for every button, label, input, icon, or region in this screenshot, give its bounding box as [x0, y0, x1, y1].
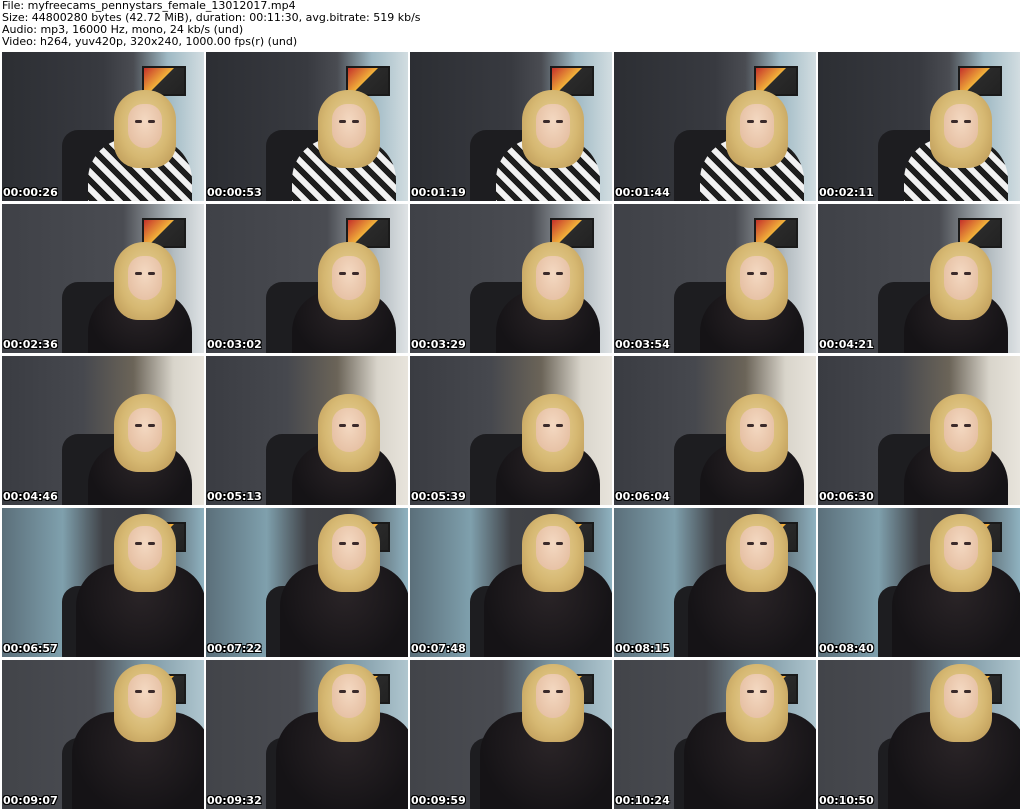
- thumbnail-timestamp: 00:03:02: [207, 338, 262, 351]
- thumbnail-timestamp: 00:09:59: [411, 794, 466, 807]
- video-thumbnail: 00:10:24: [614, 660, 816, 809]
- thumbnail-timestamp: 00:06:30: [819, 490, 874, 503]
- person-face: [944, 674, 978, 718]
- video-thumbnail: 00:03:02: [206, 204, 408, 353]
- person-face: [332, 104, 366, 148]
- thumbnail-timestamp: 00:08:40: [819, 642, 874, 655]
- person-face: [332, 674, 366, 718]
- person-face: [332, 408, 366, 452]
- video-thumbnail: 00:09:59: [410, 660, 612, 809]
- thumbnail-timestamp: 00:04:21: [819, 338, 874, 351]
- video-thumbnail: 00:02:36: [2, 204, 204, 353]
- person-face: [740, 256, 774, 300]
- video-thumbnail: 00:09:07: [2, 660, 204, 809]
- video-info-line: Video: h264, yuv420p, 320x240, 1000.00 f…: [2, 35, 298, 48]
- person-face: [332, 256, 366, 300]
- thumbnail-timestamp: 00:08:15: [615, 642, 670, 655]
- person-face: [740, 526, 774, 570]
- video-thumbnail: 00:02:11: [818, 52, 1020, 201]
- person-face: [536, 526, 570, 570]
- person-face: [944, 256, 978, 300]
- video-thumbnail: 00:07:48: [410, 508, 612, 657]
- person-face: [740, 104, 774, 148]
- video-thumbnail: 00:04:21: [818, 204, 1020, 353]
- video-thumbnail: 00:06:04: [614, 356, 816, 505]
- video-thumbnail: 00:08:40: [818, 508, 1020, 657]
- thumbnail-timestamp: 00:04:46: [3, 490, 58, 503]
- video-thumbnail: 00:01:44: [614, 52, 816, 201]
- video-thumbnail: 00:09:32: [206, 660, 408, 809]
- video-thumbnail: 00:07:22: [206, 508, 408, 657]
- thumbnail-timestamp: 00:06:04: [615, 490, 670, 503]
- thumbnail-timestamp: 00:00:53: [207, 186, 262, 199]
- thumbnail-grid: 00:00:26 00:00:53 00:01:19 00:01:44 00:02:11…: [2, 52, 1022, 809]
- thumbnail-timestamp: 00:07:22: [207, 642, 262, 655]
- thumbnail-timestamp: 00:01:19: [411, 186, 466, 199]
- thumbnail-timestamp: 00:03:29: [411, 338, 466, 351]
- person-face: [128, 256, 162, 300]
- person-face: [944, 526, 978, 570]
- thumbnail-timestamp: 00:10:50: [819, 794, 874, 807]
- thumbnail-timestamp: 00:02:11: [819, 186, 874, 199]
- thumbnail-timestamp: 00:03:54: [615, 338, 670, 351]
- thumbnail-timestamp: 00:09:07: [3, 794, 58, 807]
- thumbnail-timestamp: 00:01:44: [615, 186, 670, 199]
- thumbnail-timestamp: 00:02:36: [3, 338, 58, 351]
- person-face: [536, 674, 570, 718]
- person-face: [128, 674, 162, 718]
- video-thumbnail: 00:00:26: [2, 52, 204, 201]
- video-thumbnail: 00:03:29: [410, 204, 612, 353]
- person-face: [944, 408, 978, 452]
- thumbnail-timestamp: 00:07:48: [411, 642, 466, 655]
- video-thumbnail: 00:06:30: [818, 356, 1020, 505]
- person-face: [740, 408, 774, 452]
- video-thumbnail: 00:05:39: [410, 356, 612, 505]
- person-face: [128, 408, 162, 452]
- thumbnail-timestamp: 00:06:57: [3, 642, 58, 655]
- person-face: [128, 104, 162, 148]
- video-thumbnail: 00:10:50: [818, 660, 1020, 809]
- person-face: [536, 408, 570, 452]
- video-thumbnail: 00:03:54: [614, 204, 816, 353]
- person-face: [536, 104, 570, 148]
- person-face: [740, 674, 774, 718]
- person-face: [944, 104, 978, 148]
- thumbnail-timestamp: 00:00:26: [3, 186, 58, 199]
- video-thumbnail: 00:06:57: [2, 508, 204, 657]
- video-thumbnail: 00:04:46: [2, 356, 204, 505]
- person-face: [128, 526, 162, 570]
- video-thumbnail: 00:00:53: [206, 52, 408, 201]
- video-thumbnail: 00:05:13: [206, 356, 408, 505]
- thumbnail-timestamp: 00:05:13: [207, 490, 262, 503]
- thumbnail-timestamp: 00:10:24: [615, 794, 670, 807]
- person-face: [536, 256, 570, 300]
- thumbnail-timestamp: 00:05:39: [411, 490, 466, 503]
- thumbnail-timestamp: 00:09:32: [207, 794, 262, 807]
- file-info-header: File: myfreecams_pennystars_female_13012…: [0, 0, 1024, 52]
- video-thumbnail: 00:08:15: [614, 508, 816, 657]
- person-face: [332, 526, 366, 570]
- video-thumbnail: 00:01:19: [410, 52, 612, 201]
